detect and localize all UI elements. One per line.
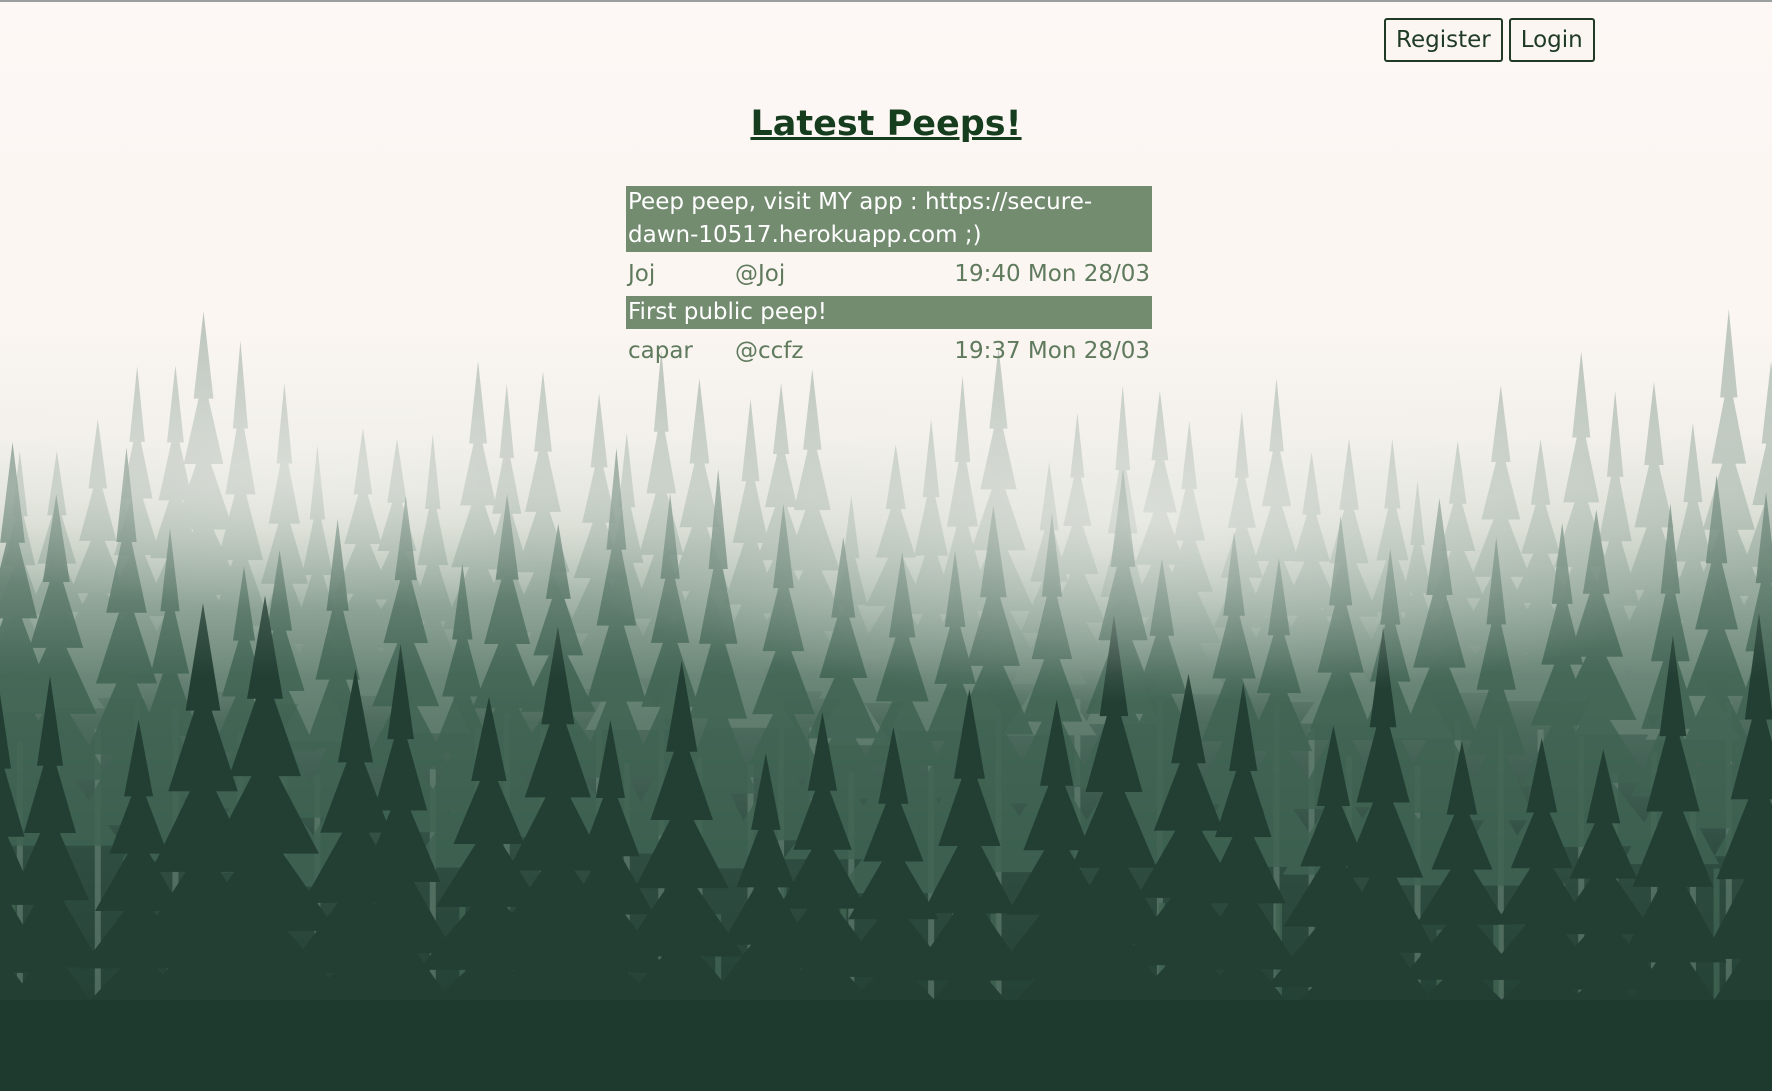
auth-buttons: Register Login [1384,18,1595,62]
peep-author-handle: @Joj [735,261,786,287]
peep-text: Peep peep, visit MY app : https://secure… [626,186,1152,252]
peep-author-name: capar [628,338,693,364]
fog-overlay [0,0,1772,1091]
login-button[interactable]: Login [1508,18,1595,62]
peep-timestamp: 19:37 Mon 28/03 [954,338,1150,364]
page-title: Latest Peeps! [750,104,1022,144]
page: Register Login Latest Peeps! Peep peep, … [0,0,1772,1091]
peep-author-name: Joj [628,261,656,287]
peep-author-handle: @ccfz [735,338,804,364]
peep-feed: Peep peep, visit MY app : https://secure… [626,186,1152,373]
register-button[interactable]: Register [1384,18,1503,62]
peep-item: First public peep! capar @ccfz 19:37 Mon… [626,296,1152,373]
peep-meta: capar @ccfz 19:37 Mon 28/03 [626,329,1152,373]
peep-item: Peep peep, visit MY app : https://secure… [626,186,1152,296]
peep-text: First public peep! [626,296,1152,329]
peep-timestamp: 19:40 Mon 28/03 [954,261,1150,287]
peep-meta: Joj @Joj 19:40 Mon 28/03 [626,252,1152,296]
